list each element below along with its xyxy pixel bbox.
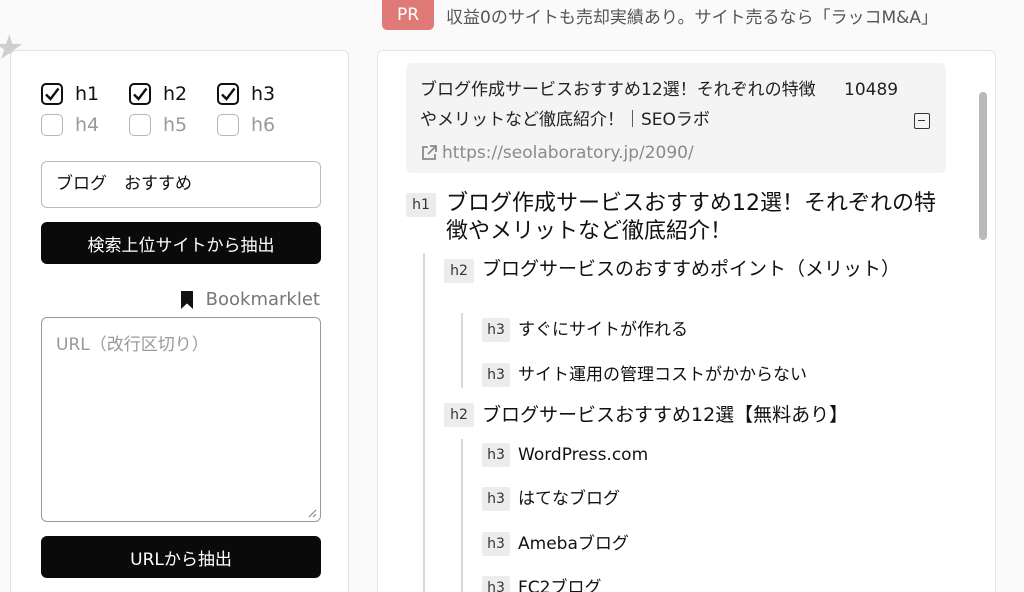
outline-item-h3[interactable]: h3 FC2ブログ: [482, 576, 601, 592]
results-scrollbar[interactable]: [976, 92, 990, 592]
outline-text: すぐにサイトが作れる: [518, 320, 688, 340]
check-icon: [221, 87, 236, 101]
filter-h2[interactable]: h2: [129, 83, 217, 105]
url-placeholder: URL（改行区切り）: [56, 335, 209, 355]
filter-h6[interactable]: h6: [217, 114, 305, 136]
heading-tag: h2: [444, 259, 474, 283]
filter-label: h5: [163, 114, 188, 136]
check-icon: [45, 87, 60, 101]
filter-label: h2: [163, 83, 188, 105]
heading-tag: h3: [482, 363, 510, 387]
h3-checkbox[interactable]: [217, 83, 239, 105]
outline-text: はてなブログ: [518, 489, 620, 509]
outline-text: Amebaブログ: [518, 534, 629, 554]
scrollbar-thumb[interactable]: [979, 92, 987, 240]
h4-checkbox[interactable]: [41, 114, 63, 136]
outline-text: FC2ブログ: [518, 578, 602, 592]
resize-handle-icon[interactable]: [307, 508, 317, 518]
heading-tag: h1: [406, 193, 436, 217]
heading-filter-row-2: h4 h5 h6: [41, 114, 305, 136]
bookmark-icon: [180, 290, 193, 309]
heading-tag: h2: [444, 403, 474, 427]
heading-filter-row-1: h1 h2 h3: [41, 83, 305, 105]
filter-label: h6: [251, 114, 276, 136]
outline-item-h2[interactable]: h2 ブログサービスおすすめ12選【無料あり】: [444, 402, 848, 428]
filter-h4[interactable]: h4: [41, 114, 129, 136]
outline-guide-h2: [461, 439, 463, 592]
filter-h1[interactable]: h1: [41, 83, 129, 105]
pr-badge: PR: [382, 0, 434, 30]
outline-guide-h2: [461, 313, 463, 388]
outline-text: サイト運用の管理コストがかからない: [518, 365, 807, 385]
url-textarea[interactable]: URL（改行区切り）: [41, 317, 321, 522]
promo-banner[interactable]: PR 収益0のサイトも売却実績あり。サイト売るなら「ラッコM&A」: [382, 0, 938, 30]
extract-settings-panel: h1 h2 h3 h4 h5 h6 ブログ おすすめ 検索上位サイトから抽出 B…: [10, 50, 349, 592]
outline-item-h3[interactable]: h3 Amebaブログ: [482, 532, 629, 556]
check-icon: [133, 87, 148, 101]
results-panel: ブログ作成サービスおすすめ12選！それぞれの特徴やメリットなど徹底紹介！｜SEO…: [377, 50, 996, 592]
filter-label: h3: [251, 83, 276, 105]
heading-tag: h3: [482, 487, 510, 511]
heading-tag: h3: [482, 576, 510, 592]
outline-text: ブログサービスのおすすめポイント（メリット）: [482, 258, 901, 280]
extract-from-url-button[interactable]: URLから抽出: [41, 536, 321, 578]
filter-h3[interactable]: h3: [217, 83, 305, 105]
outline-item-h3[interactable]: h3 WordPress.com: [482, 443, 648, 467]
outline-item-h3[interactable]: h3 サイト運用の管理コストがかからない: [482, 363, 807, 387]
extract-from-search-button[interactable]: 検索上位サイトから抽出: [41, 222, 321, 264]
filter-label: h4: [75, 114, 100, 136]
outline-item-h3[interactable]: h3 はてなブログ: [482, 487, 620, 511]
outline-text: ブログ作成サービスおすすめ12選！それぞれの特徴やメリットなど徹底紹介！: [446, 191, 936, 244]
heading-tag: h3: [482, 532, 510, 556]
h1-checkbox[interactable]: [41, 83, 63, 105]
h5-checkbox[interactable]: [129, 114, 151, 136]
bookmarklet-link[interactable]: Bookmarklet: [180, 289, 320, 310]
heading-tag: h3: [482, 443, 510, 467]
h6-checkbox[interactable]: [217, 114, 239, 136]
bookmarklet-label: Bookmarklet: [205, 289, 320, 310]
outline-text: ブログサービスおすすめ12選【無料あり】: [482, 404, 849, 426]
keyword-input[interactable]: ブログ おすすめ: [41, 161, 321, 208]
outline-item-h1[interactable]: h1 ブログ作成サービスおすすめ12選！それぞれの特徴やメリットなど徹底紹介！: [406, 190, 946, 246]
outline-item-h2[interactable]: h2 ブログサービスのおすすめポイント（メリット）: [444, 257, 924, 283]
filter-label: h1: [75, 83, 100, 105]
outline-text: WordPress.com: [518, 445, 649, 465]
heading-tag: h3: [482, 318, 510, 342]
h2-checkbox[interactable]: [129, 83, 151, 105]
heading-outline: h1 ブログ作成サービスおすすめ12選！それぞれの特徴やメリットなど徹底紹介！ …: [378, 51, 978, 592]
promo-text[interactable]: 収益0のサイトも売却実績あり。サイト売るなら「ラッコM&A」: [446, 3, 938, 28]
filter-h5[interactable]: h5: [129, 114, 217, 136]
outline-item-h3[interactable]: h3 すぐにサイトが作れる: [482, 318, 688, 342]
outline-guide-h1: [423, 253, 425, 592]
